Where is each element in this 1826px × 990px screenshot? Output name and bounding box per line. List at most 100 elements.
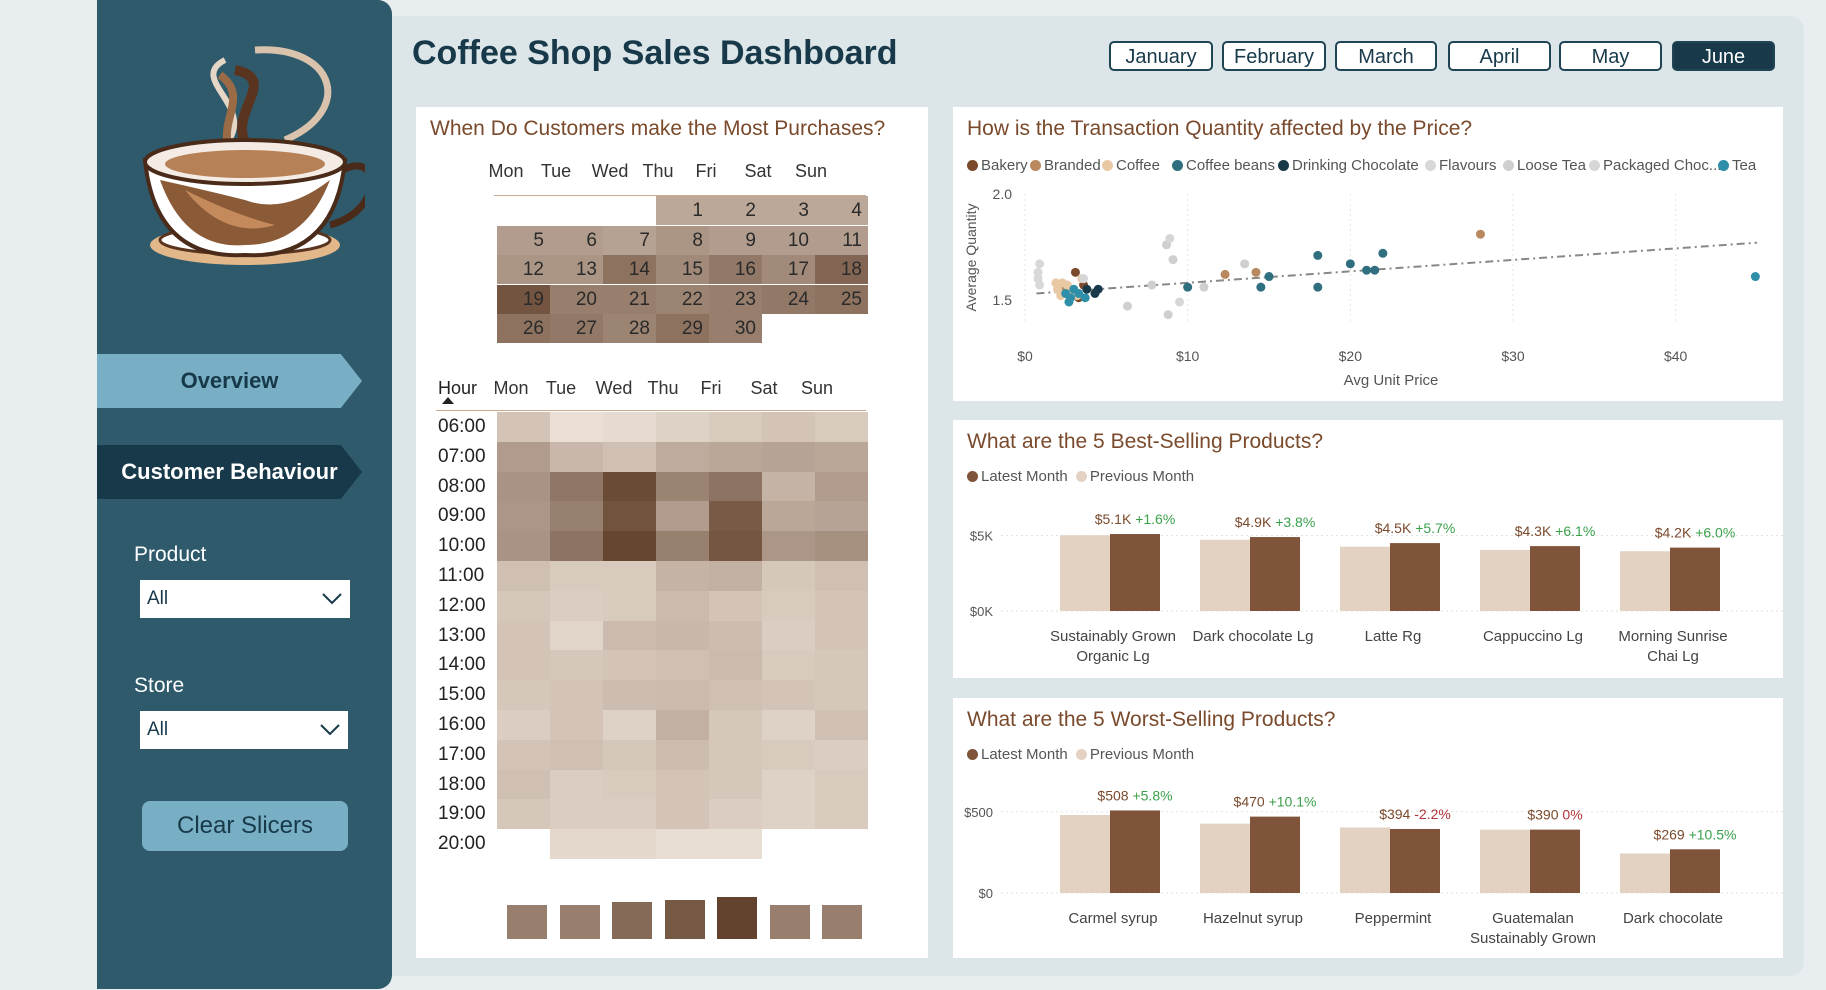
heatmap-cell[interactable] xyxy=(709,799,762,830)
heatmap-cell[interactable] xyxy=(656,412,709,442)
calendar-day-cell[interactable]: 29 xyxy=(656,314,709,343)
previous-month-bar[interactable] xyxy=(1060,815,1110,893)
heatmap-cell[interactable] xyxy=(656,739,709,770)
sort-ascending-icon[interactable] xyxy=(442,397,454,404)
heatmap-cell[interactable] xyxy=(550,680,603,711)
day-total-square[interactable] xyxy=(559,905,600,939)
latest-month-bar[interactable] xyxy=(1110,534,1160,611)
scatter-point[interactable] xyxy=(1313,250,1323,260)
calendar-day-cell[interactable]: 13 xyxy=(550,255,603,284)
latest-month-bar[interactable] xyxy=(1390,543,1440,611)
calendar-day-cell[interactable]: 18 xyxy=(815,255,868,284)
calendar-day-cell[interactable]: 9 xyxy=(709,225,762,255)
latest-month-bar[interactable] xyxy=(1530,546,1580,611)
heatmap-cell[interactable] xyxy=(709,620,762,651)
calendar-day-cell[interactable]: 11 xyxy=(815,225,868,255)
scatter-point[interactable] xyxy=(1313,282,1323,292)
previous-month-bar[interactable] xyxy=(1480,549,1530,611)
heatmap-cell[interactable] xyxy=(497,620,550,651)
calendar-day-cell[interactable]: 27 xyxy=(550,314,603,343)
scatter-point[interactable] xyxy=(1064,297,1074,307)
heatmap-cell[interactable] xyxy=(603,680,656,711)
latest-month-bar[interactable] xyxy=(1670,547,1720,611)
heatmap-cell[interactable] xyxy=(762,561,815,591)
latest-month-bar[interactable] xyxy=(1110,810,1160,893)
heatmap-cell[interactable] xyxy=(550,799,603,830)
previous-month-bar[interactable] xyxy=(1200,823,1250,893)
heatmap-cell[interactable] xyxy=(603,412,656,442)
heatmap-cell[interactable] xyxy=(603,561,656,591)
heatmap-cell[interactable] xyxy=(550,531,603,562)
scatter-legend-item[interactable]: Coffee beans xyxy=(1172,157,1275,174)
calendar-day-cell[interactable]: 28 xyxy=(603,314,656,343)
heatmap-cell[interactable] xyxy=(603,829,656,860)
scatter-legend-item[interactable]: Loose Tea xyxy=(1503,157,1586,174)
heatmap-cell[interactable] xyxy=(497,739,550,770)
scatter-point[interactable] xyxy=(1122,301,1132,311)
heatmap-cell[interactable] xyxy=(815,471,868,502)
heatmap-cell[interactable] xyxy=(497,710,550,740)
calendar-day-cell[interactable]: 26 xyxy=(497,314,550,343)
heatmap-cell[interactable] xyxy=(656,680,709,711)
latest-month-bar[interactable] xyxy=(1670,849,1720,893)
heatmap-cell[interactable] xyxy=(550,412,603,442)
previous-month-bar[interactable] xyxy=(1620,853,1670,893)
heatmap-cell[interactable] xyxy=(762,441,815,472)
previous-month-bar[interactable] xyxy=(1480,829,1530,893)
scatter-legend-item[interactable]: Coffee xyxy=(1102,157,1160,174)
heatmap-cell[interactable] xyxy=(815,590,868,621)
heatmap-cell[interactable] xyxy=(550,561,603,591)
store-dropdown[interactable]: All xyxy=(140,711,348,749)
day-total-square[interactable] xyxy=(822,905,862,939)
heatmap-cell[interactable] xyxy=(550,471,603,502)
scatter-point[interactable] xyxy=(1082,284,1092,294)
heatmap-cell[interactable] xyxy=(709,412,762,442)
previous-month-bar[interactable] xyxy=(1060,535,1110,611)
month-button-june[interactable]: June xyxy=(1672,41,1775,71)
scatter-point[interactable] xyxy=(1147,280,1157,290)
heatmap-cell[interactable] xyxy=(762,680,815,711)
previous-month-bar[interactable] xyxy=(1200,539,1250,611)
day-total-square[interactable] xyxy=(507,905,547,939)
scatter-point[interactable] xyxy=(1175,297,1185,307)
day-total-square[interactable] xyxy=(664,900,705,939)
calendar-day-cell[interactable]: 3 xyxy=(762,196,815,225)
heatmap-cell[interactable] xyxy=(709,471,762,502)
heatmap-cell[interactable] xyxy=(709,561,762,591)
scatter-point[interactable] xyxy=(1256,282,1266,292)
heatmap-cell[interactable] xyxy=(603,620,656,651)
heatmap-cell[interactable] xyxy=(709,829,762,860)
month-button-january[interactable]: January xyxy=(1109,41,1213,71)
heatmap-cell[interactable] xyxy=(603,650,656,681)
scatter-point[interactable] xyxy=(1079,274,1089,284)
heatmap-cell[interactable] xyxy=(603,441,656,472)
heatmap-cell[interactable] xyxy=(550,710,603,740)
heatmap-cell[interactable] xyxy=(656,769,709,800)
clear-slicers-button[interactable]: Clear Slicers xyxy=(142,801,348,851)
heatmap-cell[interactable] xyxy=(815,739,868,770)
calendar-day-cell[interactable]: 16 xyxy=(709,255,762,284)
heatmap-cell[interactable] xyxy=(550,590,603,621)
scatter-point[interactable] xyxy=(1165,233,1175,243)
calendar-day-cell[interactable]: 17 xyxy=(762,255,815,284)
heatmap-cell[interactable] xyxy=(550,829,603,860)
scatter-point[interactable] xyxy=(1370,265,1380,275)
heatmap-cell[interactable] xyxy=(497,412,550,442)
calendar-day-cell[interactable]: 4 xyxy=(815,196,868,225)
heatmap-cell[interactable] xyxy=(497,441,550,472)
calendar-day-cell[interactable]: 7 xyxy=(603,225,656,255)
heatmap-cell[interactable] xyxy=(603,710,656,740)
previous-month-bar[interactable] xyxy=(1340,546,1390,611)
heatmap-cell[interactable] xyxy=(709,441,762,472)
scatter-point[interactable] xyxy=(1750,272,1760,282)
scatter-legend-item[interactable]: Packaged Choc... xyxy=(1589,157,1721,174)
heatmap-cell[interactable] xyxy=(709,710,762,740)
day-total-square[interactable] xyxy=(717,897,757,939)
heatmap-cell[interactable] xyxy=(709,680,762,711)
heatmap-cell[interactable] xyxy=(815,710,868,740)
heatmap-cell[interactable] xyxy=(815,620,868,651)
heatmap-cell[interactable] xyxy=(497,501,550,532)
scatter-point[interactable] xyxy=(1035,259,1045,269)
heatmap-cell[interactable] xyxy=(762,739,815,770)
month-button-february[interactable]: February xyxy=(1222,41,1326,71)
